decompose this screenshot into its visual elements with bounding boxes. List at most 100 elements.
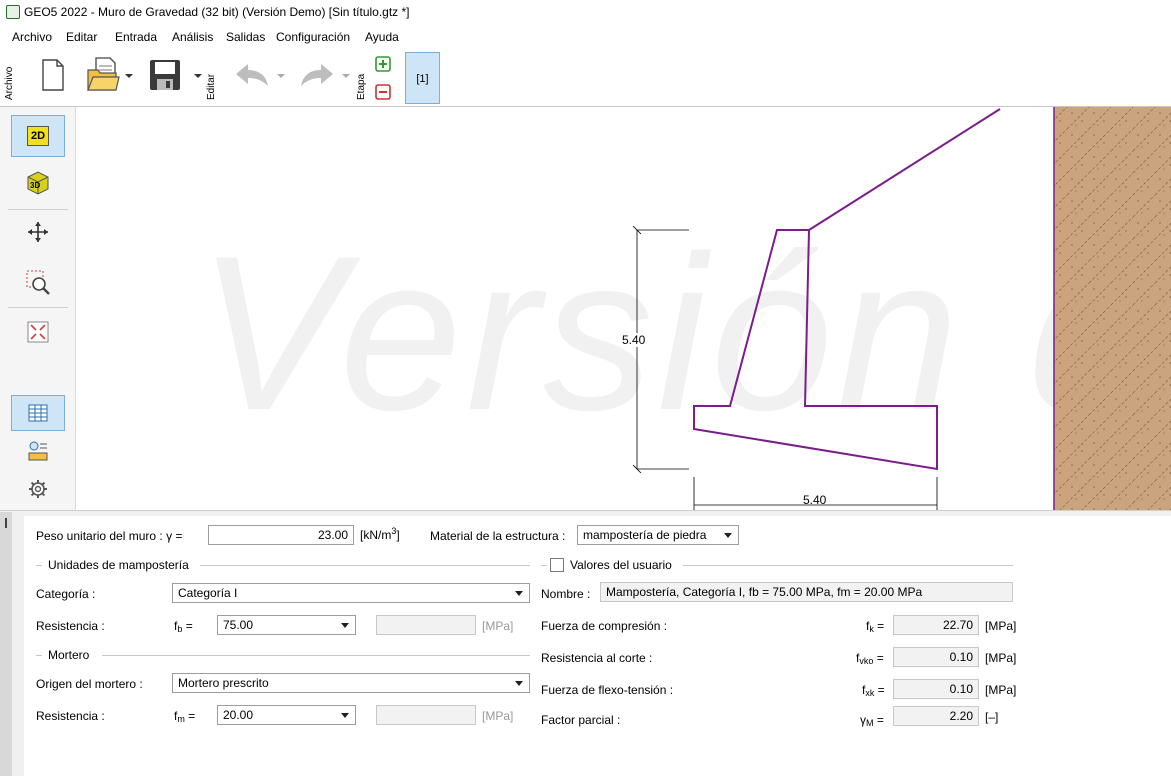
chevron-down-icon — [515, 591, 523, 596]
view-3d-button[interactable]: 3D — [11, 161, 65, 203]
chevron-down-icon — [724, 533, 732, 538]
open-file-icon[interactable] — [86, 56, 120, 95]
menu-entrada[interactable]: Entrada — [115, 30, 157, 44]
zoom-icon — [26, 270, 50, 295]
outputs-button[interactable] — [11, 433, 65, 469]
mortar-strength-label: Resistencia : — [36, 709, 105, 723]
fb-unit: [MPa] — [482, 619, 514, 633]
shear-label: Resistencia al corte : — [541, 651, 653, 665]
gear-icon — [29, 480, 47, 498]
toolbar-stage-label: Etapa — [356, 73, 367, 100]
menu-configuracion[interactable]: Configuración — [276, 30, 350, 44]
zoom-extents-button[interactable] — [11, 311, 65, 353]
height-dimension-label: 5.40 — [622, 333, 646, 347]
material-label: Material de la estructura : — [430, 529, 566, 543]
open-dropdown-icon[interactable] — [125, 74, 133, 78]
mortar-origin-select[interactable]: Mortero prescrito — [172, 673, 530, 693]
category-label: Categoría : — [36, 587, 96, 601]
save-dropdown-icon[interactable] — [194, 74, 202, 78]
mortar-group-title: Mortero — [48, 648, 90, 662]
fvko-symbol: fvko = — [856, 651, 884, 666]
soil-region — [1054, 107, 1171, 510]
redo-dropdown-icon[interactable] — [342, 74, 350, 78]
width-dimension-label: 5.40 — [803, 493, 827, 507]
unit-weight-unit: [kN/m3] — [360, 526, 400, 542]
outputs-icon — [28, 441, 48, 461]
gamma-m-field: 2.20 — [893, 706, 979, 726]
undo-icon[interactable] — [234, 62, 270, 91]
unit-weight-label: Peso unitario del muro : γ = — [36, 529, 183, 543]
main-toolbar: Archivo Editar Etapa — [0, 50, 1171, 106]
fit-view-icon — [27, 321, 49, 343]
menu-salidas[interactable]: Salidas — [226, 30, 265, 44]
settings-button[interactable] — [11, 471, 65, 507]
fm-symbol: fm = — [174, 709, 196, 724]
stage-1-button[interactable]: [1] — [405, 52, 440, 104]
wall-drawing — [632, 107, 1171, 510]
partial-factor-label: Factor parcial : — [541, 713, 621, 727]
fvko-unit: [MPa] — [985, 651, 1017, 665]
fvko-field: 0.10 — [893, 647, 979, 667]
menu-editar[interactable]: Editar — [66, 30, 97, 44]
user-values-checkbox[interactable] — [550, 558, 564, 572]
fb-custom-input — [376, 615, 476, 635]
material-select[interactable]: mampostería de piedra — [577, 525, 739, 545]
name-label: Nombre : — [541, 587, 591, 601]
left-toolbar-separator — [8, 209, 68, 210]
gamma-m-unit: [–] — [985, 710, 999, 724]
menu-ayuda[interactable]: Ayuda — [365, 30, 399, 44]
table-view-button[interactable] — [11, 395, 65, 431]
pan-button[interactable] — [11, 211, 65, 253]
fxk-unit: [MPa] — [985, 683, 1017, 697]
undo-dropdown-icon[interactable] — [277, 74, 285, 78]
drawing-canvas[interactable]: Versión de — [77, 107, 1171, 510]
fk-symbol: fk = — [866, 619, 885, 634]
window-title: GEO5 2022 - Muro de Gravedad (32 bit) (V… — [24, 5, 410, 19]
unit-strength-label: Resistencia : — [36, 619, 105, 633]
chevron-down-icon — [341, 623, 349, 628]
fm-select[interactable]: 20.00 — [217, 705, 356, 725]
toolbar-file-label: Archivo — [4, 66, 15, 100]
panel-side-handle[interactable] — [0, 512, 12, 776]
left-toolbar: 2D 3D — [0, 107, 76, 510]
zoom-window-button[interactable] — [11, 261, 65, 303]
user-values-label: Valores del usuario — [570, 558, 672, 572]
mortar-origin-label: Origen del mortero : — [36, 677, 143, 691]
fm-custom-input — [376, 705, 476, 725]
fb-select[interactable]: 75.00 — [217, 615, 356, 635]
chevron-down-icon — [341, 713, 349, 718]
input-form — [24, 516, 1171, 776]
gamma-m-symbol: γM = — [860, 713, 884, 728]
title-bar: GEO5 2022 - Muro de Gravedad (32 bit) (V… — [0, 0, 1171, 24]
fxk-field: 0.10 — [893, 679, 979, 699]
wall-outline — [693, 229, 938, 471]
remove-stage-icon[interactable] — [375, 84, 391, 103]
move-arrows-icon — [28, 222, 48, 242]
2d-icon: 2D — [27, 126, 49, 146]
masonry-units-group-title: Unidades de mampostería — [48, 558, 189, 572]
fk-unit: [MPa] — [985, 619, 1017, 633]
view-2d-button[interactable]: 2D — [11, 115, 65, 157]
table-icon — [28, 404, 48, 422]
fxk-symbol: fxk = — [862, 683, 885, 698]
redo-icon[interactable] — [299, 62, 335, 91]
svg-text:3D: 3D — [30, 181, 40, 190]
menu-archivo[interactable]: Archivo — [12, 30, 52, 44]
menu-analisis[interactable]: Análisis — [172, 30, 213, 44]
unit-weight-input[interactable]: 23.00 — [208, 525, 354, 545]
app-icon — [6, 5, 20, 19]
save-icon[interactable] — [148, 58, 182, 95]
menu-bar: Archivo Editar Entrada Análisis Salidas … — [0, 30, 600, 48]
name-field: Mampostería, Categoría I, fb = 75.00 MPa… — [600, 582, 1013, 602]
flex-tension-label: Fuerza de flexo-tensión : — [541, 683, 674, 697]
add-stage-icon[interactable] — [375, 56, 391, 75]
compression-label: Fuerza de compresión : — [541, 619, 668, 633]
fb-symbol: fb = — [174, 619, 193, 634]
terrain-line — [808, 108, 1001, 231]
left-toolbar-separator — [8, 307, 68, 308]
fm-unit: [MPa] — [482, 709, 514, 723]
chevron-down-icon — [515, 681, 523, 686]
category-select[interactable]: Categoría I — [172, 583, 530, 603]
fk-field: 22.70 — [893, 615, 979, 635]
new-file-icon[interactable] — [40, 58, 66, 95]
